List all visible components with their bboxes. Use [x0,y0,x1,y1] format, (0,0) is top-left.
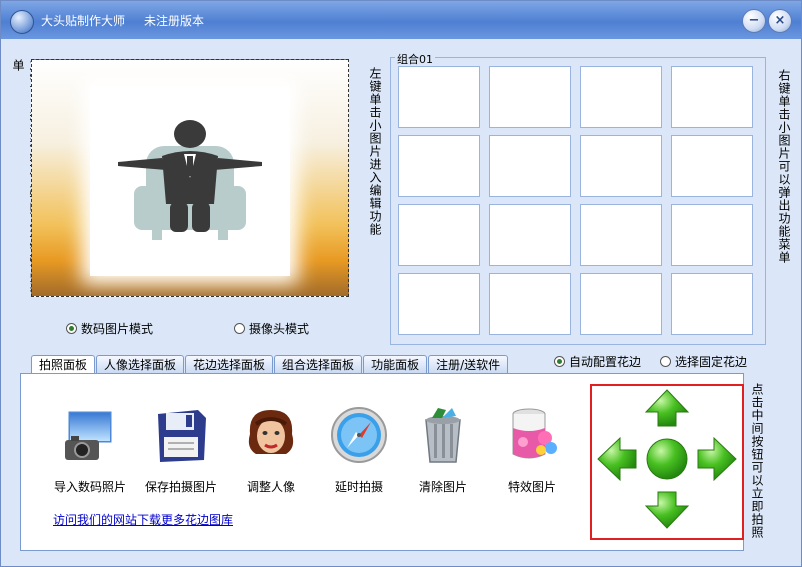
panel-tabs: 拍照面板 人像选择面板 花边选择面板 组合选择面板 功能面板 注册/送软件 [31,355,509,374]
thumbnail-cell[interactable] [671,66,753,128]
adjust-portrait-button[interactable]: 调整人像 [231,404,311,495]
arrow-pad-graphic [597,389,737,529]
thumbnail-group: 组合01 [390,51,766,345]
floppy-disk-icon [150,404,212,466]
download-borders-link[interactable]: 访问我们的网站下载更多花边图库 [53,511,233,528]
delay-capture-button[interactable]: 延时拍摄 [319,404,399,495]
close-button[interactable]: × [768,9,792,33]
thumbnail-cell[interactable] [489,135,571,197]
fixed-border-radio-dot[interactable] [660,356,671,367]
capture-hint-text: 点击中间按钮可以立即拍照 [750,383,764,539]
thumbnail-cell[interactable] [398,135,480,197]
tab-photo-panel[interactable]: 拍照面板 [31,355,96,374]
minimize-button[interactable]: − [742,9,766,33]
arrow-down-button[interactable] [644,491,690,529]
thumbnail-cell[interactable] [580,135,662,197]
effect-photo-label: 特效图片 [507,480,556,494]
middle-hint-text: 左键单击小图片进入编辑功能 [368,67,382,236]
fixed-border-label: 选择固定花边 [675,355,748,369]
auto-border-radio[interactable]: 自动配置花边 [554,353,641,370]
effect-photo-button[interactable]: 特效图片 [492,404,572,495]
adjust-portrait-label: 调整人像 [246,480,295,494]
window-subtitle: 未注册版本 [144,14,205,28]
thumbnail-cell[interactable] [671,204,753,266]
thumbnail-cell[interactable] [580,66,662,128]
save-photo-button[interactable]: 保存拍摄图片 [141,404,221,495]
photo-frame [90,86,290,276]
flower-effect-icon [501,404,563,466]
import-photo-button[interactable]: 导入数码照片 [50,404,130,495]
right-hint-text: 右键单击小图片可以弹出功能菜单 [777,69,791,264]
delay-capture-label: 延时拍摄 [334,480,383,494]
thumbnail-cell[interactable] [580,204,662,266]
photo-panel: 导入数码照片 保存拍摄图片 调整人像 延时拍摄 清除图片 特效图片 访问我们的网… [20,373,744,551]
thumbnail-cell[interactable] [580,273,662,335]
window-title: 大头贴制作大师 [41,14,126,28]
trash-can-icon [412,404,474,466]
arrow-left-button[interactable] [597,436,637,482]
capture-center-button[interactable] [646,438,688,480]
auto-border-radio-dot[interactable] [554,356,565,367]
thumbnail-cell[interactable] [489,204,571,266]
thumbnail-cell[interactable] [671,273,753,335]
clear-photo-button[interactable]: 清除图片 [403,404,483,495]
camera-mode-label: 摄像头模式 [249,322,310,336]
save-photo-label: 保存拍摄图片 [144,480,217,494]
thumbnail-cell[interactable] [398,66,480,128]
person-placeholder-icon [118,120,262,240]
tab-portrait-panel[interactable]: 人像选择面板 [96,355,185,374]
photo-canvas[interactable] [31,59,349,297]
portrait-face-icon [240,404,302,466]
fixed-border-radio[interactable]: 选择固定花边 [660,353,747,370]
import-photo-label: 导入数码照片 [53,480,126,494]
tab-function-panel[interactable]: 功能面板 [363,355,428,374]
compass-timer-icon [328,404,390,466]
title-bar: 大头贴制作大师 未注册版本 − × [1,1,801,39]
digital-mode-radio-dot[interactable] [66,323,77,334]
thumbnail-cell[interactable] [398,204,480,266]
capture-control-pad [590,384,744,540]
clear-photo-label: 清除图片 [418,480,467,494]
camera-photo-icon [59,404,121,466]
thumbnail-cell[interactable] [671,135,753,197]
camera-mode-radio[interactable]: 摄像头模式 [234,320,309,337]
tab-register-panel[interactable]: 注册/送软件 [428,355,509,374]
digital-mode-radio[interactable]: 数码图片模式 [66,320,153,337]
app-logo-icon [10,10,34,34]
tab-combination-panel[interactable]: 组合选择面板 [274,355,363,374]
camera-mode-radio-dot[interactable] [234,323,245,334]
thumbnail-cell[interactable] [398,273,480,335]
arrow-right-button[interactable] [697,436,737,482]
digital-mode-label: 数码图片模式 [81,322,154,336]
main-window: 大头贴制作大师 未注册版本 − × 左键可以移动和缩放人物照片右键弹出菜单 [0,0,802,567]
arrow-up-button[interactable] [644,389,690,427]
thumbnail-cell[interactable] [489,273,571,335]
auto-border-label: 自动配置花边 [569,355,642,369]
tab-border-panel[interactable]: 花边选择面板 [185,355,274,374]
group-legend: 组合01 [395,51,435,67]
thumbnail-cell[interactable] [489,66,571,128]
